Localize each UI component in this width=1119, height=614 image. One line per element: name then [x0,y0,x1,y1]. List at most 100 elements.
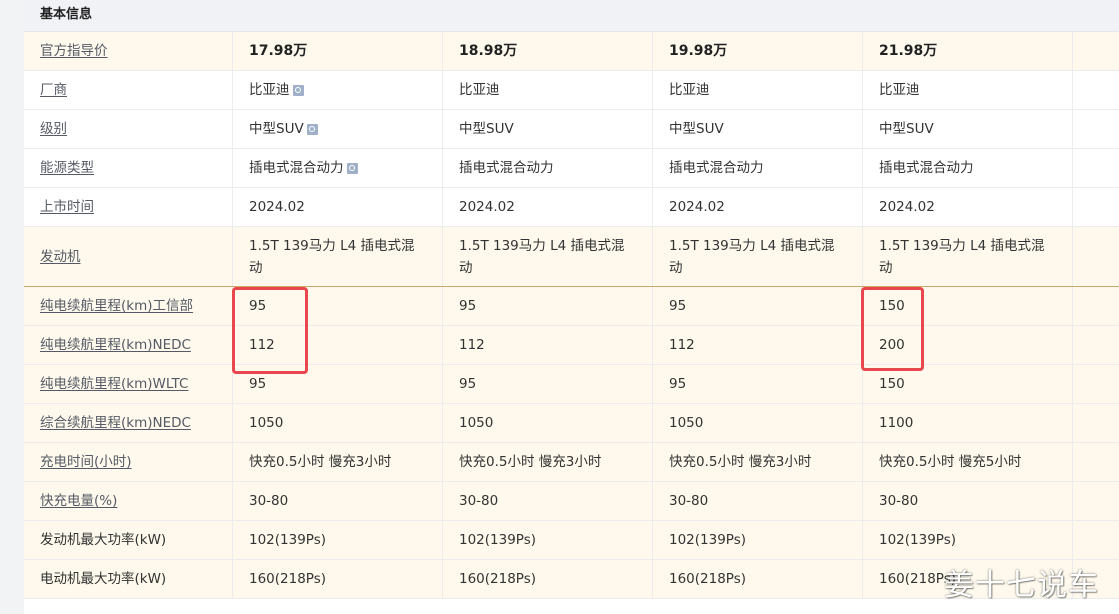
row-label-text[interactable]: 官方指导价 [40,40,108,62]
table-cell: 17.98万 [233,32,443,70]
table-row-fast-charge: 快充电量(%) 30-80 30-80 30-80 30-80 [24,482,1119,521]
row-label-text: 发动机最大功率(kW) [40,532,167,548]
search-icon[interactable] [292,84,304,96]
table-cell: 102(139Ps) [863,521,1073,559]
table-row-engine: 发动机 1.5T 139马力 L4 插电式混动 1.5T 139马力 L4 插电… [24,227,1119,287]
table-cell [1073,149,1119,187]
row-label-engine[interactable]: 发动机 [24,227,233,286]
table-cell: 1.5T 139马力 L4 插电式混动 [863,227,1073,286]
row-label-text[interactable]: 发动机 [40,246,81,268]
row-label-ev-range-miit[interactable]: 纯电续航里程(km)工信部 [24,287,233,325]
table-cell: 中型SUV [233,110,443,148]
table-cell: 160(218Ps) [443,560,653,598]
table-cell [1073,188,1119,226]
table-cell: 2024.02 [653,188,863,226]
row-label-text[interactable]: 级别 [40,118,67,140]
row-label-charge-time[interactable]: 充电时间(小时) [24,443,233,481]
table-cell: 中型SUV [443,110,653,148]
table-cell: 1050 [653,404,863,442]
cell-value: 比亚迪 [249,82,290,98]
table-cell: 比亚迪 [863,71,1073,109]
table-cell: 95 [443,365,653,403]
cell-value: 插电式混合动力 [249,160,344,176]
table-row-ev-range-wltc: 纯电续航里程(km)WLTC 95 95 95 150 [24,365,1119,404]
table-cell: 1.5T 139马力 L4 插电式混动 [443,227,653,286]
table-row-energy-type: 能源类型 插电式混合动力 插电式混合动力 插电式混合动力 插电式混合动力 [24,149,1119,188]
table-row-total-range-nedc: 综合续航里程(km)NEDC 1050 1050 1050 1100 [24,404,1119,443]
row-label-manufacturer[interactable]: 厂商 [24,71,233,109]
table-cell: 30-80 [863,482,1073,520]
table-row-charge-time: 充电时间(小时) 快充0.5小时 慢充3小时 快充0.5小时 慢充3小时 快充0… [24,443,1119,482]
row-label-text[interactable]: 厂商 [40,79,67,101]
row-label-energy-type[interactable]: 能源类型 [24,149,233,187]
row-label-text[interactable]: 纯电续航里程(km)NEDC [40,334,191,356]
search-icon[interactable] [306,123,318,135]
table-row-ev-range-nedc: 纯电续航里程(km)NEDC 112 112 112 200 [24,326,1119,365]
table-cell: 21.98万 [863,32,1073,70]
table-cell [1073,443,1119,481]
table-cell: 160(218Ps) [653,560,863,598]
row-label-text[interactable]: 综合续航里程(km)NEDC [40,412,191,434]
table-cell: 95 [653,287,863,325]
table-cell: 插电式混合动力 [443,149,653,187]
table-row-level: 级别 中型SUV 中型SUV 中型SUV 中型SUV [24,110,1119,149]
row-label-text: 电动机最大功率(kW) [40,571,167,587]
table-cell: 19.98万 [653,32,863,70]
table-cell: 102(139Ps) [653,521,863,559]
table-cell: 快充0.5小时 慢充5小时 [863,443,1073,481]
table-cell: 30-80 [653,482,863,520]
row-label-level[interactable]: 级别 [24,110,233,148]
table-cell: 30-80 [443,482,653,520]
row-label-launch-date[interactable]: 上市时间 [24,188,233,226]
table-cell: 比亚迪 [233,71,443,109]
price-value: 21.98万 [879,43,938,59]
table-row-price: 官方指导价 17.98万 18.98万 19.98万 21.98万 [24,32,1119,71]
table-cell: 快充0.5小时 慢充3小时 [653,443,863,481]
annotation-box-left [232,287,308,374]
row-label-motor-power: 电动机最大功率(kW) [24,560,233,598]
watermark: 姜十七说车 [944,568,1099,603]
table-cell [1073,326,1119,364]
table-row-engine-power: 发动机最大功率(kW) 102(139Ps) 102(139Ps) 102(13… [24,521,1119,560]
table-cell: 2024.02 [443,188,653,226]
table-cell: 比亚迪 [653,71,863,109]
table-row-ev-range-miit: 纯电续航里程(km)工信部 95 95 95 150 [24,287,1119,326]
row-label-text[interactable]: 纯电续航里程(km)WLTC [40,373,188,395]
row-label-text[interactable]: 上市时间 [40,196,94,218]
table-cell [1073,287,1119,325]
table-cell: 2024.02 [863,188,1073,226]
cell-value: 中型SUV [249,121,304,137]
row-label-engine-power: 发动机最大功率(kW) [24,521,233,559]
table-cell: 102(139Ps) [233,521,443,559]
row-label-text[interactable]: 纯电续航里程(km)工信部 [40,295,193,317]
table-cell: 95 [653,365,863,403]
row-label-price[interactable]: 官方指导价 [24,32,233,70]
row-label-ev-range-wltc[interactable]: 纯电续航里程(km)WLTC [24,365,233,403]
row-label-text[interactable]: 能源类型 [40,157,94,179]
table-cell: 1.5T 139马力 L4 插电式混动 [653,227,863,286]
table-cell [1073,482,1119,520]
search-icon[interactable] [346,162,358,174]
table-cell: 1050 [233,404,443,442]
price-value: 19.98万 [669,43,728,59]
row-label-total-range-nedc[interactable]: 综合续航里程(km)NEDC [24,404,233,442]
row-label-fast-charge[interactable]: 快充电量(%) [24,482,233,520]
table-cell: 112 [443,326,653,364]
table-cell: 中型SUV [863,110,1073,148]
table-cell [1073,404,1119,442]
table-cell: 快充0.5小时 慢充3小时 [443,443,653,481]
spec-table: 官方指导价 17.98万 18.98万 19.98万 21.98万 厂商 比亚迪… [24,32,1119,599]
row-label-text[interactable]: 快充电量(%) [40,490,117,512]
row-label-text[interactable]: 充电时间(小时) [40,451,132,473]
section-title: 基本信息 [40,7,93,22]
table-cell: 插电式混合动力 [233,149,443,187]
table-cell: 比亚迪 [443,71,653,109]
table-cell: 插电式混合动力 [863,149,1073,187]
table-cell [1073,521,1119,559]
table-cell: 160(218Ps) [233,560,443,598]
left-gutter [0,0,24,614]
table-cell: 快充0.5小时 慢充3小时 [233,443,443,481]
section-header: 基本信息 [24,0,1119,32]
price-value: 17.98万 [249,43,308,59]
row-label-ev-range-nedc[interactable]: 纯电续航里程(km)NEDC [24,326,233,364]
